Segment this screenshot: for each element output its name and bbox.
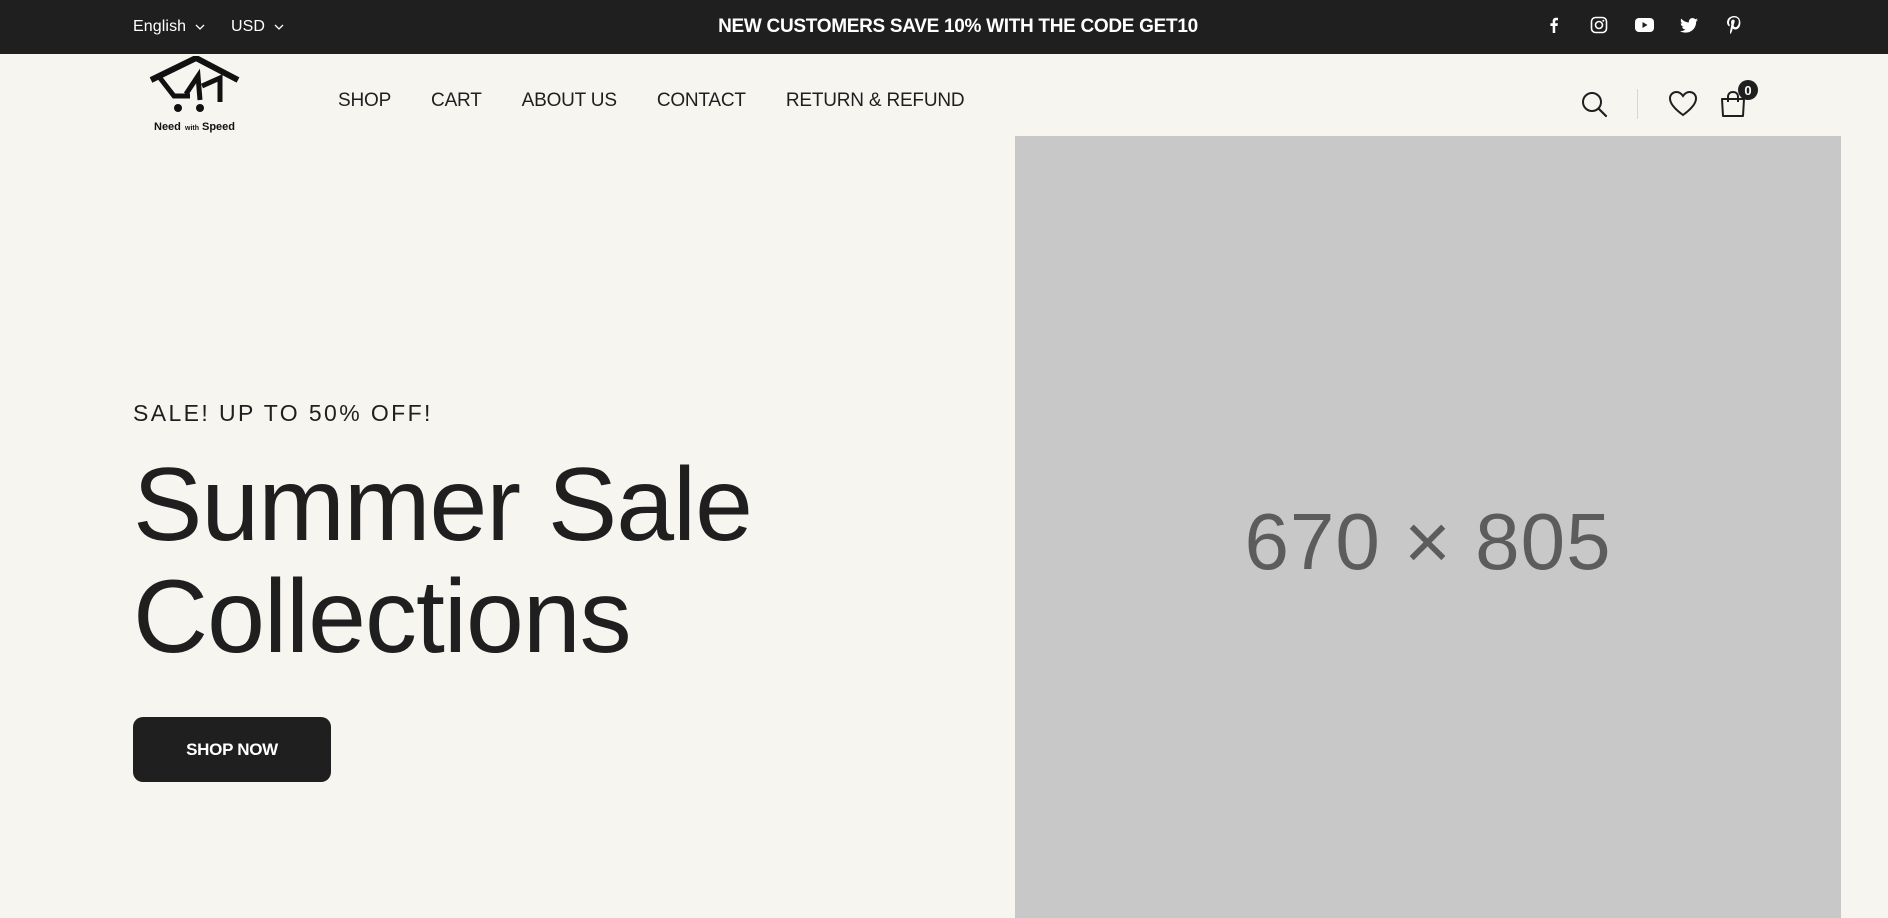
currency-label: USD bbox=[231, 18, 266, 35]
announcement-bar: English USD NEW CUSTOMERS SAVE 10% WITH … bbox=[0, 0, 1888, 54]
language-label: English bbox=[133, 18, 187, 35]
promo-text: NEW CUSTOMERS SAVE 10% WITH THE CODE GET… bbox=[718, 16, 1198, 37]
cart-count-badge: 0 bbox=[1738, 80, 1758, 100]
pinterest-icon[interactable] bbox=[1724, 15, 1744, 35]
nav-return-refund[interactable]: RETURN & REFUND bbox=[786, 90, 965, 112]
logo-mark: Need with Speed bbox=[149, 54, 240, 133]
nav-contact[interactable]: CONTACT bbox=[657, 90, 746, 112]
shopping-bag-icon[interactable]: 0 bbox=[1718, 80, 1758, 119]
hero-text: SALE! UP TO 50% OFF! Summer Sale Collect… bbox=[133, 400, 933, 673]
social-links bbox=[1544, 0, 1744, 50]
main-nav: SHOP CART ABOUT US CONTACT RETURN & REFU… bbox=[338, 54, 965, 148]
svg-text:with: with bbox=[184, 125, 199, 132]
svg-text:Need: Need bbox=[154, 121, 181, 133]
instagram-icon[interactable] bbox=[1589, 15, 1609, 35]
placeholder-dimensions: 670 × 805 bbox=[1244, 497, 1612, 586]
heart-icon[interactable] bbox=[1668, 89, 1698, 119]
hero-headline-line1: Summer Sale bbox=[133, 447, 753, 563]
language-selector[interactable]: English bbox=[133, 0, 206, 54]
header-actions: 0 bbox=[1579, 80, 1758, 124]
chevron-down-icon bbox=[274, 24, 284, 30]
twitter-icon[interactable] bbox=[1679, 15, 1699, 35]
nav-about-us[interactable]: ABOUT US bbox=[522, 90, 617, 112]
site-header: Need with Speed SHOP CART ABOUT US CONTA… bbox=[0, 54, 1888, 136]
hero-headline: Summer Sale Collections bbox=[133, 449, 933, 673]
youtube-icon[interactable] bbox=[1634, 15, 1654, 35]
hero-eyebrow: SALE! UP TO 50% OFF! bbox=[133, 400, 433, 426]
hero-image-placeholder: 670 × 805 bbox=[1015, 136, 1841, 918]
svg-text:Speed: Speed bbox=[202, 121, 235, 133]
search-icon[interactable] bbox=[1579, 89, 1609, 119]
nav-shop[interactable]: SHOP bbox=[338, 90, 391, 112]
chevron-down-icon bbox=[195, 24, 205, 30]
hero-headline-line2: Collections bbox=[133, 559, 632, 675]
header-divider bbox=[1637, 89, 1638, 119]
logo[interactable]: Need with Speed bbox=[146, 54, 242, 136]
currency-selector[interactable]: USD bbox=[231, 0, 285, 54]
shop-now-button[interactable]: SHOP NOW bbox=[133, 717, 331, 782]
facebook-icon[interactable] bbox=[1544, 15, 1564, 35]
nav-cart[interactable]: CART bbox=[431, 90, 482, 112]
